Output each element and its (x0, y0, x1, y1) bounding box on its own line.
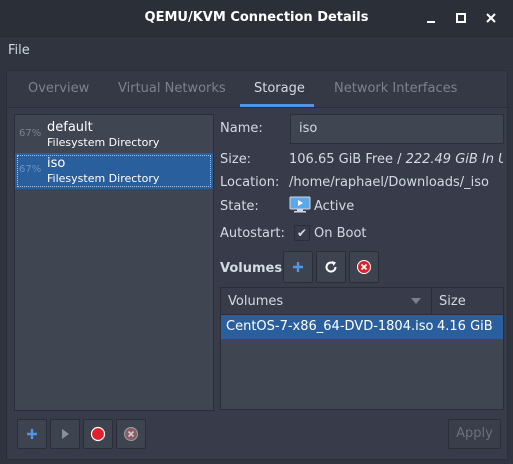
column-header-volumes[interactable]: Volumes (221, 288, 432, 315)
pool-usage: 67% (19, 128, 42, 139)
close-icon (486, 13, 496, 23)
column-header-label: Volumes (228, 294, 284, 309)
add-pool-button[interactable] (17, 419, 47, 449)
add-volume-button[interactable] (283, 251, 313, 283)
stop-pool-button[interactable] (83, 419, 113, 449)
maximize-button[interactable] (452, 9, 470, 27)
pool-name: default (47, 120, 93, 135)
checkmark-icon: ✔ (296, 226, 308, 240)
autostart-value: On Boot (314, 226, 367, 241)
state-value: Active (314, 199, 355, 214)
size-label: Size: (220, 152, 252, 167)
pool-item-iso[interactable]: 67% iso Filesystem Directory (15, 153, 213, 189)
minimize-icon (427, 21, 435, 23)
tab-overview[interactable]: Overview (28, 81, 89, 96)
pool-item-default[interactable]: 67% default Filesystem Directory (15, 117, 213, 153)
minimize-button[interactable] (423, 9, 441, 27)
add-icon (27, 429, 37, 439)
add-icon (293, 262, 303, 272)
pool-name: iso (47, 156, 66, 171)
title-bar: QEMU/KVM Connection Details (0, 0, 513, 37)
volume-size: 4.16 GiB (437, 319, 493, 334)
autostart-checkbox[interactable]: ✔ (294, 225, 310, 241)
location-label: Location: (220, 175, 280, 190)
delete-icon (357, 260, 371, 274)
table-row[interactable]: CentOS-7-x86_64-DVD-1804.iso 4.16 GiB (221, 315, 503, 339)
location-value: /home/raphael/Downloads/_iso (289, 175, 489, 190)
volumes-heading: Volumes (220, 261, 283, 276)
state-label: State: (220, 199, 259, 214)
size-in-use: 222.49 GiB In Use (405, 152, 503, 167)
close-button[interactable] (482, 9, 500, 27)
play-icon (62, 429, 69, 439)
pool-usage: 67% (19, 164, 42, 175)
pool-name-field[interactable]: iso (290, 114, 504, 144)
tab-storage[interactable]: Storage (254, 81, 305, 96)
tab-network-interfaces[interactable]: Network Interfaces (334, 81, 457, 96)
sort-down-icon (411, 298, 421, 304)
details-notebook: Overview Virtual Networks Storage Networ… (6, 70, 508, 460)
autostart-label: Autostart: (220, 226, 285, 241)
start-pool-button[interactable] (50, 419, 80, 449)
column-header-size[interactable]: Size (432, 288, 503, 315)
refresh-icon (325, 261, 337, 273)
delete-pool-button[interactable] (116, 419, 146, 449)
pool-name-value: iso (299, 121, 318, 136)
active-tab-indicator (240, 104, 314, 107)
size-free: 106.65 GiB Free / (289, 152, 406, 167)
maximize-icon (456, 13, 466, 23)
volume-name: CentOS-7-x86_64-DVD-1804.iso (226, 319, 434, 334)
name-label: Name: (220, 121, 263, 136)
monitor-play-icon (289, 196, 311, 213)
pool-type: Filesystem Directory (47, 172, 160, 185)
volumes-table[interactable]: Volumes Size CentOS-7-x86_64-DVD-1804.is… (220, 287, 504, 410)
stop-icon (90, 426, 106, 442)
delete-volume-button[interactable] (349, 251, 379, 283)
tab-virtual-networks[interactable]: Virtual Networks (118, 81, 226, 96)
menu-file[interactable]: File (8, 43, 30, 58)
tab-bar: Overview Virtual Networks Storage Networ… (7, 71, 507, 108)
refresh-volumes-button[interactable] (316, 251, 346, 283)
pool-type: Filesystem Directory (47, 136, 160, 149)
size-value: 106.65 GiB Free / 222.49 GiB In Use (289, 152, 503, 170)
delete-icon (124, 427, 138, 441)
menu-bar: File (0, 37, 513, 63)
apply-button[interactable]: Apply (448, 419, 501, 449)
column-header-label: Size (439, 294, 466, 309)
storage-pool-list[interactable]: 67% default Filesystem Directory 67% iso… (14, 114, 214, 411)
